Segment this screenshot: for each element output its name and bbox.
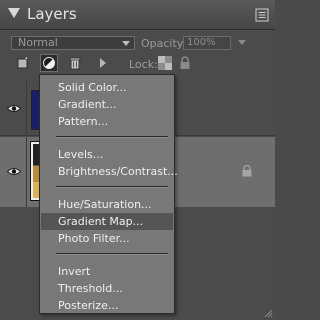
adjustment-layer-icon [43, 57, 55, 69]
menu-separator [56, 136, 168, 138]
resize-grip-icon[interactable] [263, 308, 273, 318]
new-adjustment-layer-button[interactable] [40, 54, 58, 72]
layer-lock-icon [242, 165, 252, 177]
eye-icon[interactable] [7, 167, 21, 176]
panel-title: Layers [27, 5, 77, 23]
visibility-cell[interactable] [0, 80, 27, 135]
layer-options-button[interactable] [94, 54, 112, 72]
lock-icon [180, 56, 190, 69]
menu-item-photo-filter[interactable]: Photo Filter... [41, 230, 173, 247]
trash-icon [69, 57, 81, 70]
menu-item-levels[interactable]: Levels... [41, 146, 173, 163]
chevron-down-icon [122, 41, 130, 46]
opacity-value: 100% [187, 37, 216, 48]
layers-panel: Layers Normal Opacity: 100% Lock: Solid … [0, 0, 275, 320]
opacity-dropdown-icon[interactable] [238, 40, 246, 45]
adjustment-layer-menu: Solid Color... Gradient... Pattern... Le… [39, 74, 178, 314]
collapse-arrow-icon[interactable] [8, 8, 20, 18]
eye-icon[interactable] [7, 104, 21, 113]
menu-item-hue-saturation[interactable]: Hue/Saturation... [41, 196, 173, 213]
new-layer-icon [17, 57, 28, 69]
blend-mode-dropdown[interactable]: Normal [11, 36, 135, 50]
menu-separator [56, 186, 168, 188]
menu-item-gradient-map[interactable]: Gradient Map... [41, 213, 173, 230]
blend-mode-value: Normal [18, 36, 58, 49]
visibility-cell[interactable] [0, 137, 27, 207]
new-layer-button[interactable] [14, 54, 32, 72]
menu-item-solid-color[interactable]: Solid Color... [41, 79, 173, 96]
panel-menu-icon[interactable] [255, 8, 269, 22]
lock-transparency-icon [158, 56, 172, 70]
panel-titlebar[interactable]: Layers [0, 0, 275, 30]
menu-item-threshold[interactable]: Threshold... [41, 280, 173, 297]
menu-item-gradient[interactable]: Gradient... [41, 96, 173, 113]
opacity-label: Opacity: [141, 37, 187, 50]
menu-separator [56, 253, 168, 255]
menu-item-posterize[interactable]: Posterize... [41, 297, 173, 314]
menu-item-invert[interactable]: Invert [41, 263, 173, 280]
lock-all-button[interactable] [176, 54, 194, 72]
opacity-field[interactable]: 100% [183, 36, 231, 50]
chevron-right-icon [100, 58, 106, 68]
lock-transparency-button[interactable] [156, 54, 174, 72]
delete-layer-button[interactable] [66, 54, 84, 72]
lock-label: Lock: [129, 58, 158, 71]
menu-item-brightness-contrast[interactable]: Brightness/Contrast... [41, 163, 178, 180]
menu-item-pattern[interactable]: Pattern... [41, 113, 173, 130]
